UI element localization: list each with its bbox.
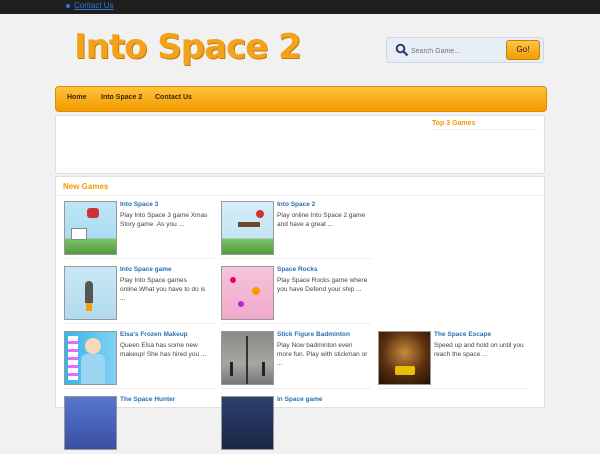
nav-contact-us[interactable]: Contact Us xyxy=(155,94,192,101)
game-item: Space Rocks Play Space Rocks game where … xyxy=(221,266,371,324)
game-description: Play Space Rocks game where you have Def… xyxy=(277,277,368,293)
divider xyxy=(64,388,214,389)
game-item: Stick Figure Badminton Play Now badminto… xyxy=(221,331,371,389)
game-description: Play Into Space 3 game Xmas Story game .… xyxy=(120,212,208,228)
game-item: Into Space 3 Play Into Space 3 game Xmas… xyxy=(64,201,214,259)
game-item: The Space Hunter xyxy=(64,396,214,454)
game-thumbnail[interactable] xyxy=(221,396,274,450)
game-description: Speed up and hold on until you reach the… xyxy=(434,342,524,358)
top-contact-link[interactable]: Contact Us xyxy=(74,1,114,10)
divider xyxy=(64,323,214,324)
game-title-link[interactable]: Elsa's Frozen Makeup xyxy=(120,331,188,338)
game-title-link[interactable]: Into Space 3 xyxy=(120,201,158,208)
divider xyxy=(378,388,528,389)
game-thumbnail[interactable] xyxy=(64,331,117,385)
game-item: The Space Escape Speed up and hold on un… xyxy=(378,331,528,389)
game-item: Into Space 2 Play online Into Space 2 ga… xyxy=(221,201,371,259)
game-thumbnail[interactable] xyxy=(221,331,274,385)
game-thumbnail[interactable] xyxy=(64,396,117,450)
game-thumbnail[interactable] xyxy=(378,331,431,385)
site-logo[interactable]: Into Space 2 xyxy=(74,27,302,67)
game-description: Queen Elsa has some new makeup! She has … xyxy=(120,342,207,358)
divider xyxy=(221,323,371,324)
main-nav: Home Into Space 2 Contact Us xyxy=(55,86,547,112)
game-title-link[interactable]: Into Space game xyxy=(120,266,172,273)
bullet-icon xyxy=(66,4,70,8)
game-item: Elsa's Frozen Makeup Queen Elsa has some… xyxy=(64,331,214,389)
game-description: Play online Into Space 2 game and have a… xyxy=(277,212,366,228)
game-title-link[interactable]: Space Rocks xyxy=(277,266,317,273)
search-icon xyxy=(395,43,409,57)
divider xyxy=(221,388,371,389)
nav-home[interactable]: Home xyxy=(67,94,86,101)
divider xyxy=(56,195,544,196)
game-title-link[interactable]: Into Space 2 xyxy=(277,201,315,208)
game-thumbnail[interactable] xyxy=(64,201,117,255)
game-thumbnail[interactable] xyxy=(221,201,274,255)
game-description: Play Into Space games online.What you ha… xyxy=(120,277,206,302)
top3-heading: Top 3 Games xyxy=(432,120,476,127)
search-input[interactable] xyxy=(409,43,507,59)
divider xyxy=(64,258,214,259)
top-bar: Contact Us xyxy=(0,0,600,14)
nav-into-space-2[interactable]: Into Space 2 xyxy=(101,94,142,101)
new-games-heading: New Games xyxy=(63,182,109,191)
divider xyxy=(221,258,371,259)
game-description: Play Now badminton even more fun. Play w… xyxy=(277,342,368,367)
game-item: In Space game xyxy=(221,396,371,454)
top-games-panel: Top 3 Games xyxy=(55,115,545,174)
new-games-panel: New Games Into Space 3 Play Into Space 3… xyxy=(55,176,545,450)
search-go-button[interactable]: Go! xyxy=(506,40,540,60)
game-thumbnail[interactable] xyxy=(64,266,117,320)
game-title-link[interactable]: The Space Escape xyxy=(434,331,491,338)
game-thumbnail[interactable] xyxy=(221,266,274,320)
search-box: Go! xyxy=(386,37,544,63)
game-title-link[interactable]: Stick Figure Badminton xyxy=(277,331,350,338)
divider xyxy=(432,129,538,130)
game-item: Into Space game Play Into Space games on… xyxy=(64,266,214,324)
